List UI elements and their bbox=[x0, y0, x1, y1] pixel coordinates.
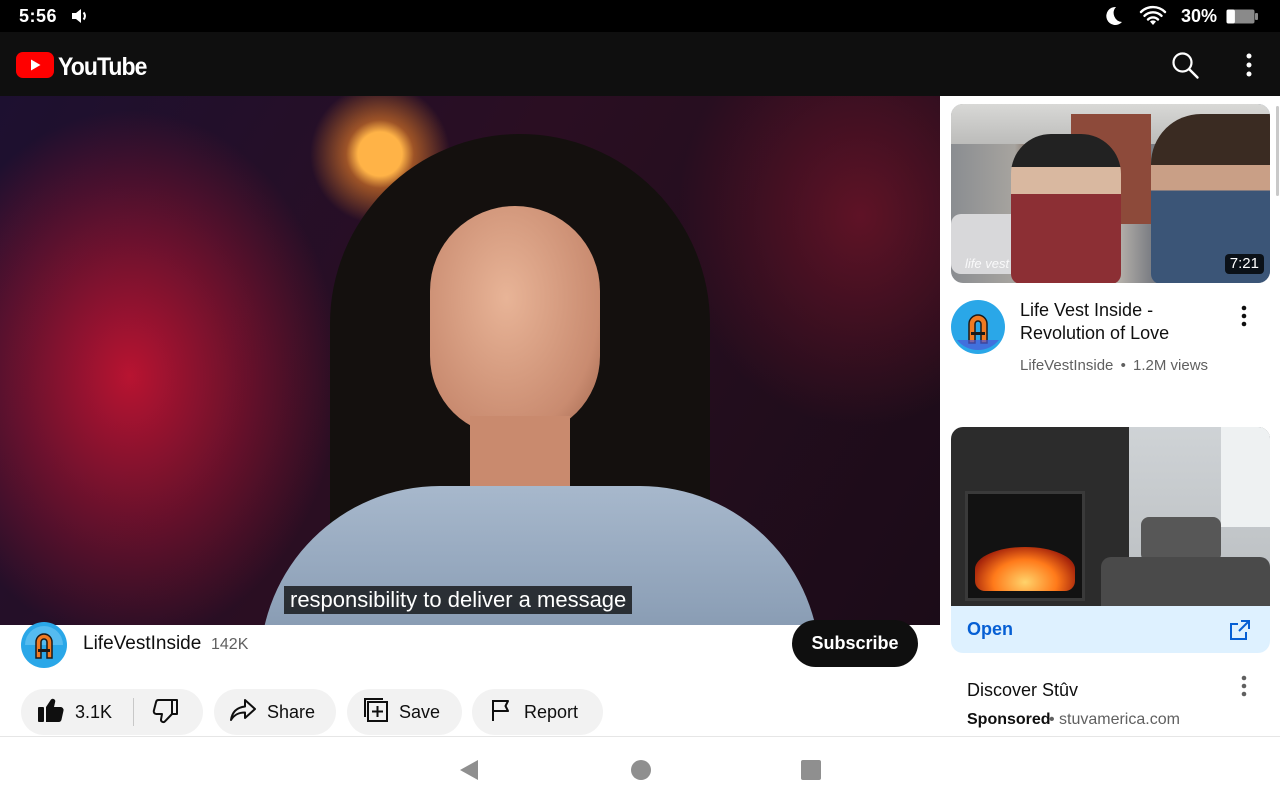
youtube-logo[interactable]: YouTube bbox=[16, 52, 154, 83]
more-vert-icon[interactable] bbox=[1236, 50, 1262, 80]
share-icon bbox=[229, 698, 257, 727]
channel-name[interactable]: LifeVestInside bbox=[83, 633, 201, 655]
ad-open-button[interactable]: Open bbox=[951, 606, 1270, 653]
flag-icon bbox=[490, 698, 514, 727]
subscribe-button[interactable]: Subscribe bbox=[792, 620, 918, 667]
battery-icon bbox=[1226, 9, 1258, 29]
like-button[interactable]: 3.1K bbox=[37, 697, 112, 728]
save-label: Save bbox=[399, 701, 441, 722]
sponsored-label: Sponsored bbox=[967, 711, 1051, 728]
status-time: 5:56 bbox=[19, 6, 58, 26]
home-icon[interactable] bbox=[630, 759, 652, 786]
like-divider bbox=[133, 698, 134, 726]
ad-sofa bbox=[1101, 557, 1270, 606]
thumbnail-watermark: life vest bbox=[965, 256, 1010, 271]
share-label: Share bbox=[267, 701, 316, 722]
subscriber-count: 142K bbox=[211, 636, 249, 653]
save-playlist-icon bbox=[363, 697, 389, 728]
like-dislike-chip: 3.1K bbox=[21, 689, 203, 735]
up-next-channel-avatar[interactable] bbox=[951, 300, 1005, 354]
scrollbar[interactable] bbox=[1276, 106, 1279, 196]
up-next-meta: LifeVestInside • 1.2M views bbox=[1020, 356, 1220, 376]
ad-domain: stuvamerica.com bbox=[1059, 711, 1180, 728]
thumbnail-person-left bbox=[1011, 134, 1121, 283]
ad-open-label: Open bbox=[967, 619, 1014, 639]
up-next-thumbnail[interactable]: life vest 7:21 bbox=[951, 104, 1270, 283]
thumbs-up-icon bbox=[37, 697, 65, 728]
report-label: Report bbox=[524, 701, 579, 722]
youtube-play-icon bbox=[16, 52, 54, 83]
dislike-button[interactable] bbox=[151, 699, 179, 730]
wifi-icon bbox=[1139, 5, 1167, 32]
ad-fire bbox=[975, 547, 1075, 591]
ad-separator: • bbox=[1049, 711, 1055, 728]
speaker-face bbox=[430, 206, 600, 436]
ad-more-icon[interactable] bbox=[1234, 672, 1254, 700]
video-player[interactable]: responsibility to deliver a message bbox=[0, 96, 940, 625]
save-button[interactable]: Save bbox=[347, 689, 462, 735]
ad-title[interactable]: Discover Stûv bbox=[967, 680, 1078, 701]
app-bar: YouTube bbox=[0, 32, 1280, 96]
related-column: life vest 7:21 Life Vest Inside - Revolu… bbox=[940, 96, 1280, 736]
external-link-icon bbox=[1229, 619, 1251, 641]
ad-window bbox=[1221, 427, 1270, 527]
up-next-channel: LifeVestInside bbox=[1020, 357, 1114, 374]
system-nav-bar bbox=[0, 736, 1280, 800]
report-button[interactable]: Report bbox=[472, 689, 603, 735]
moon-icon bbox=[1102, 5, 1124, 32]
thumbs-down-icon bbox=[151, 699, 179, 729]
status-bar: 5:56 30% bbox=[0, 0, 1280, 32]
video-more-icon[interactable] bbox=[1234, 302, 1254, 330]
recents-icon[interactable] bbox=[800, 759, 822, 786]
battery-percent: 30% bbox=[1181, 6, 1218, 26]
like-count: 3.1K bbox=[75, 701, 113, 722]
channel-avatar[interactable] bbox=[21, 622, 67, 668]
youtube-wordmark: YouTube bbox=[58, 53, 147, 81]
back-icon[interactable] bbox=[458, 758, 480, 787]
video-caption: responsibility to deliver a message bbox=[284, 586, 633, 614]
up-next-views: 1.2M views bbox=[1133, 357, 1209, 374]
volume-icon bbox=[71, 8, 89, 29]
video-duration: 7:21 bbox=[1224, 254, 1264, 274]
ad-thumbnail[interactable] bbox=[951, 427, 1270, 606]
meta-separator: • bbox=[1120, 357, 1126, 374]
up-next-title[interactable]: Life Vest Inside - Revolution of Love bbox=[1020, 299, 1220, 345]
search-icon[interactable] bbox=[1170, 50, 1200, 80]
ad-sofa-back bbox=[1141, 517, 1221, 562]
share-button[interactable]: Share bbox=[214, 689, 336, 735]
